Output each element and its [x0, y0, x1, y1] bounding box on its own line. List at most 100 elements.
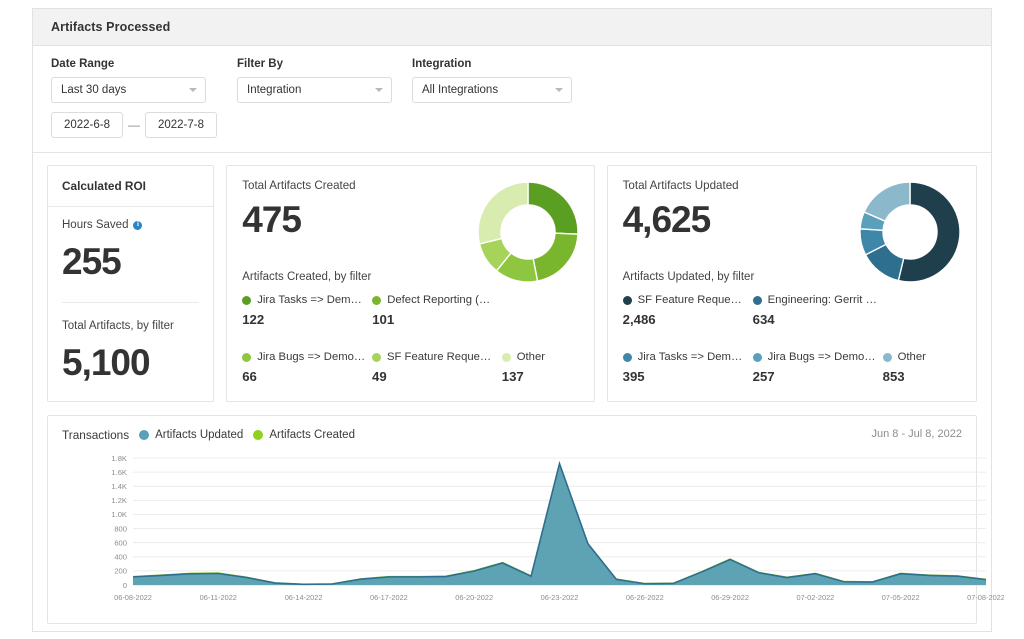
- dashboard-page: Artifacts Processed Date Range Last 30 d…: [0, 0, 1024, 639]
- legend-swatch-icon: [501, 352, 511, 362]
- calculated-roi-body: Hours Saved 255 Total Artifacts, by filt…: [48, 207, 213, 381]
- created-legend: Jira Tasks => Dem… 122 Defect Reporting …: [242, 294, 581, 384]
- legend-label: Other: [516, 351, 546, 363]
- legend-value: 66: [242, 369, 257, 384]
- y-axis-tick-label: 200: [114, 567, 127, 576]
- artifacts-processed-panel: Artifacts Processed Date Range Last 30 d…: [32, 8, 1005, 632]
- date-end-input[interactable]: 2022-7-8: [145, 112, 217, 138]
- x-axis-tick-label: 06-11-2022: [200, 593, 237, 602]
- date-range-select[interactable]: Last 30 days: [51, 77, 206, 103]
- legend-value: 49: [371, 369, 387, 384]
- integration-label: Integration: [412, 58, 472, 70]
- legend-swatch-icon: [242, 352, 252, 362]
- x-axis-tick-label: 06-14-2022: [285, 593, 323, 602]
- date-range-label: Date Range: [51, 58, 115, 70]
- legend-swatch-icon: [139, 430, 150, 440]
- x-axis-tick-label: 06-26-2022: [626, 593, 664, 602]
- calculated-roi-title: Calculated ROI: [62, 179, 146, 193]
- donut-slice[interactable]: [863, 181, 911, 223]
- legend-label: Artifacts Updated: [155, 429, 244, 441]
- donut-slice[interactable]: [476, 181, 529, 245]
- chart-legend-updated[interactable]: Artifacts Updated: [139, 429, 243, 441]
- legend-value: 2,486: [622, 312, 656, 327]
- legend-item[interactable]: Jira Bugs => Demo… 66: [242, 351, 372, 384]
- y-axis-tick-label: 1.4K: [111, 482, 127, 491]
- legend-item[interactable]: Jira Tasks => Dem… 395: [622, 351, 753, 384]
- y-axis-tick-label: 600: [114, 538, 127, 547]
- x-axis-tick-label: 07-05-2022: [882, 593, 920, 602]
- y-axis-tick-label: 1.2K: [111, 496, 127, 505]
- legend-swatch-icon: [253, 430, 264, 440]
- legend-item[interactable]: Engineering: Gerrit … 634: [752, 294, 883, 327]
- donut-slice[interactable]: [526, 181, 579, 235]
- legend-value: 137: [501, 369, 524, 384]
- info-icon[interactable]: [133, 220, 143, 230]
- calculated-roi-header: Calculated ROI: [48, 166, 214, 207]
- chart-plot-area: 0 200 400 600 800 1.0K 1.2K 1.4K 1.6K 1.8K 06-08-2…: [48, 450, 1005, 622]
- x-axis-tick-label: 06-08-2022: [114, 593, 152, 602]
- total-artifacts-value: 5,100: [62, 342, 151, 383]
- legend-label: Defect Reporting (…: [387, 294, 491, 306]
- total-artifacts-updated-card: Total Artifacts Updated 4,625 Artifacts …: [606, 165, 977, 402]
- y-axis-tick-label: 1.8K: [111, 454, 127, 463]
- updated-donut-chart: [858, 180, 962, 289]
- legend-label: Artifacts Created: [269, 429, 355, 441]
- legend-swatch-icon: [882, 352, 892, 362]
- legend-item[interactable]: Jira Bugs => Demo… 257: [752, 351, 883, 384]
- chevron-down-icon: [189, 88, 197, 92]
- date-start-input[interactable]: 2022-6-8: [51, 112, 123, 138]
- panel-header: Artifacts Processed: [33, 9, 991, 46]
- filter-by-group: Filter By Integration: [237, 58, 392, 103]
- donut-slice[interactable]: [531, 232, 579, 282]
- created-donut-chart: [476, 180, 580, 289]
- chart-legend-created[interactable]: Artifacts Created: [253, 429, 355, 441]
- y-axis-tick-label: 800: [114, 524, 127, 533]
- legend-item[interactable]: Jira Tasks => Dem… 122: [242, 294, 372, 327]
- legend-swatch-icon: [371, 352, 381, 362]
- area-artifacts-updated: [133, 463, 986, 585]
- legend-item[interactable]: Other 853: [882, 351, 963, 384]
- x-axis-tick-label: 06-23-2022: [541, 593, 579, 602]
- date-range-value: Last 30 days: [61, 84, 127, 96]
- created-byfilter-label: Artifacts Created, by filter: [242, 271, 372, 283]
- calculated-roi-card: Calculated ROI Hours Saved 255 Total Art…: [47, 165, 215, 402]
- integration-select[interactable]: All Integrations: [412, 77, 572, 103]
- legend-swatch-icon: [622, 295, 632, 305]
- x-axis-tick-label: 07-02-2022: [796, 593, 834, 602]
- y-axis-tick-label: 400: [114, 553, 127, 562]
- chevron-down-icon: [555, 88, 563, 92]
- filter-by-select[interactable]: Integration: [237, 77, 392, 103]
- legend-value: 101: [372, 312, 395, 327]
- date-separator: —: [128, 118, 140, 132]
- legend-label: SF Feature Reque…: [637, 294, 742, 306]
- integration-value: All Integrations: [422, 84, 499, 96]
- y-axis-tick-label: 1.6K: [111, 468, 127, 477]
- legend-item[interactable]: Other 137: [501, 351, 582, 384]
- legend-swatch-icon: [752, 352, 762, 362]
- legend-value: 853: [882, 369, 905, 384]
- x-axis-tick-label: 06-20-2022: [455, 593, 493, 602]
- legend-item[interactable]: Defect Reporting (… 101: [372, 294, 502, 327]
- date-inputs: 2022-6-8 — 2022-7-8: [51, 112, 217, 138]
- legend-value: 634: [752, 312, 775, 327]
- legend-swatch-icon: [752, 295, 762, 305]
- chart-date-range: Jun 8 - Jul 8, 2022: [871, 428, 962, 440]
- updated-byfilter-label: Artifacts Updated, by filter: [622, 271, 755, 283]
- chevron-down-icon: [375, 88, 383, 92]
- legend-value: 395: [622, 369, 645, 384]
- x-axis-tick-label: 06-29-2022: [711, 593, 749, 602]
- legend-label: Engineering: Gerrit …: [767, 294, 877, 306]
- legend-label: SF Feature Reque…: [386, 351, 492, 363]
- legend-item[interactable]: SF Feature Reque… 49: [371, 351, 502, 384]
- legend-swatch-icon: [622, 352, 632, 362]
- filter-bar: Date Range Last 30 days 2022-6-8 — 2022-…: [33, 46, 991, 153]
- legend-item[interactable]: SF Feature Reque… 2,486: [622, 294, 753, 327]
- legend-swatch-icon: [242, 295, 252, 305]
- x-axis-tick-label: 07-08-2022: [967, 593, 1004, 602]
- legend-label: Other: [897, 351, 926, 363]
- page-title: Artifacts Processed: [51, 20, 171, 34]
- legend-label: Jira Tasks => Dem…: [637, 351, 743, 363]
- total-artifacts-label: Total Artifacts, by filter: [62, 320, 174, 332]
- legend-swatch-icon: [372, 295, 382, 305]
- chart-header: Transactions Artifacts Updated Artifacts…: [48, 416, 976, 442]
